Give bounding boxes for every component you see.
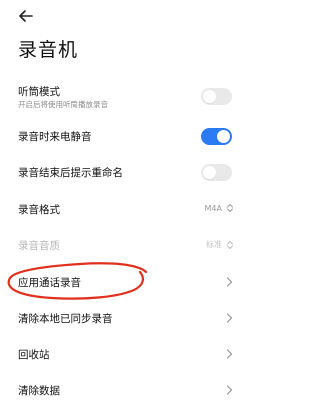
clear-synced-row[interactable]: 清除本地已同步录音 (0, 306, 250, 330)
rename-prompt-row[interactable]: 录音结束后提示重命名 (0, 160, 250, 184)
clear-data-label: 清除数据 (18, 385, 60, 397)
quality-row: 录音音质 标准 (0, 233, 250, 257)
recycle-bin-row[interactable]: 回收站 (0, 342, 250, 366)
page-title: 录音机 (18, 39, 79, 61)
quality-label: 录音音质 (18, 240, 60, 252)
chevron-right-icon (226, 277, 233, 287)
format-row[interactable]: 录音格式 M4A (0, 197, 250, 221)
chevron-right-icon (226, 349, 233, 359)
mute-on-call-toggle[interactable] (201, 128, 232, 145)
mute-on-call-row[interactable]: 录音时来电静音 (0, 124, 250, 148)
format-selector[interactable]: M4A (205, 203, 234, 213)
quality-selector: 标准 (206, 239, 234, 250)
clear-synced-label: 清除本地已同步录音 (18, 313, 113, 325)
earpiece-mode-toggle[interactable] (201, 88, 232, 105)
call-recording-label: 应用通话录音 (18, 277, 81, 289)
chevron-right-icon (226, 313, 233, 323)
chevron-up-down-icon (227, 240, 233, 249)
earpiece-mode-label: 听筒模式 (18, 86, 60, 98)
chevron-up-down-icon (227, 204, 233, 212)
call-recording-row[interactable]: 应用通话录音 (0, 270, 250, 294)
format-label: 录音格式 (18, 204, 60, 216)
toggle-knob (217, 130, 230, 143)
toggle-knob (203, 166, 216, 179)
clear-data-row[interactable]: 清除数据 (0, 378, 250, 402)
recycle-bin-label: 回收站 (18, 349, 50, 361)
arrow-left-icon[interactable] (16, 6, 36, 26)
earpiece-mode-sublabel: 开启后将使用听筒播放录音 (18, 100, 108, 109)
format-value: M4A (204, 203, 222, 213)
mute-on-call-label: 录音时来电静音 (18, 131, 92, 143)
quality-value: 标准 (206, 240, 222, 249)
earpiece-mode-row[interactable]: 听筒模式 开启后将使用听筒播放录音 (0, 78, 250, 118)
chevron-right-icon (226, 385, 233, 395)
rename-prompt-label: 录音结束后提示重命名 (18, 167, 123, 179)
toggle-knob (203, 90, 216, 103)
rename-prompt-toggle[interactable] (201, 164, 232, 181)
